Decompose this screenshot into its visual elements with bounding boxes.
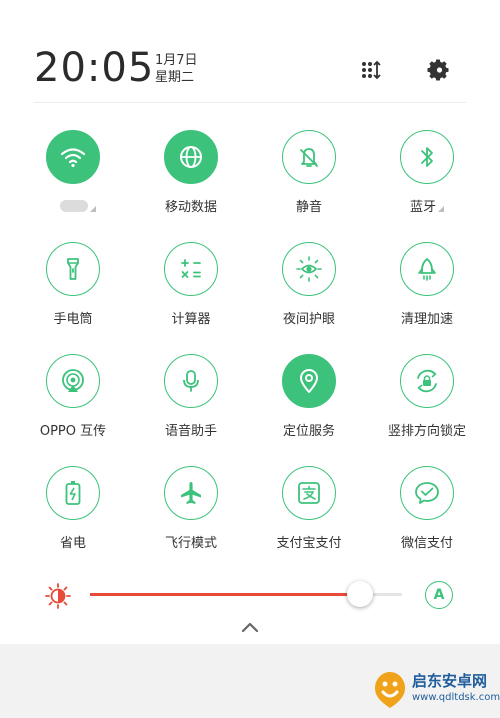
settings-button[interactable] (424, 56, 452, 84)
tile-label: 移动数据 (164, 200, 217, 215)
gear-icon (427, 59, 449, 81)
wechat-pay-icon (415, 482, 439, 504)
location-icon (300, 369, 318, 393)
tile-label: 省电 (59, 536, 86, 551)
watermark-name: 启东安卓网 (412, 672, 488, 690)
tile-label: 飞行模式 (164, 536, 217, 551)
tile-wechat-pay-circle (400, 466, 454, 520)
tile-alipay[interactable]: 支付宝支付 (254, 466, 364, 566)
battery-icon (65, 481, 81, 505)
tile-label: OPPO 互传 (39, 424, 107, 439)
bluetooth-icon (421, 147, 433, 167)
tile-voice-assistant[interactable]: 语音助手 (136, 354, 246, 454)
tile-night-eye[interactable]: 夜间护眼 (254, 242, 364, 342)
tile-label-row: 蓝牙 (372, 196, 482, 215)
tile-label: 手电筒 (53, 312, 93, 327)
tile-alipay-circle (282, 466, 336, 520)
watermark-url: www.qdltdsk.com (412, 692, 500, 703)
quick-settings-panel: 20:05 1月7日 星期二 移动数据 静音 蓝牙 手电筒 计算器 夜间护眼 清… (0, 0, 500, 644)
site-watermark: 启东安卓网 www.qdltdsk.com (372, 668, 500, 712)
tile-mobile-data[interactable]: 移动数据 (136, 130, 246, 230)
globe-icon (180, 146, 202, 168)
tile-silent-circle (282, 130, 336, 184)
date-weekday: 星期二 (155, 70, 195, 85)
tile-rotation-lock[interactable]: 竖排方向锁定 (372, 354, 482, 454)
rocket-icon (418, 258, 436, 281)
tile-wifi[interactable] (18, 130, 128, 230)
rotation-lock-icon (417, 369, 437, 393)
sun-icon (45, 583, 71, 609)
header-divider (34, 102, 466, 103)
tile-label: 清理加速 (400, 312, 453, 327)
airplane-icon (181, 482, 201, 504)
tile-label: 语音助手 (164, 424, 217, 439)
eye-sun-icon (296, 256, 322, 282)
date-block: 1月7日 星期二 (155, 52, 198, 86)
tile-bluetooth-circle (400, 130, 454, 184)
flashlight-icon (67, 258, 79, 280)
auto-brightness-button[interactable]: A (425, 581, 453, 609)
tile-boost-circle (400, 242, 454, 296)
tile-calculator-circle (164, 242, 218, 296)
tile-voice-assistant-circle (164, 354, 218, 408)
status-header: 20:05 1月7日 星期二 (0, 0, 500, 104)
brightness-fill (90, 593, 360, 596)
tile-airplane-mode[interactable]: 飞行模式 (136, 466, 246, 566)
tile-rotation-lock-circle (400, 354, 454, 408)
calculator-icon (181, 259, 201, 278)
tile-label: 计算器 (171, 312, 211, 327)
tile-power-saving[interactable]: 省电 (18, 466, 128, 566)
share-icon (62, 369, 84, 392)
tile-power-saving-circle (46, 466, 100, 520)
alipay-icon (298, 482, 320, 504)
tile-wifi-circle (46, 130, 100, 184)
tile-label: 静音 (295, 200, 322, 215)
tile-silent[interactable]: 静音 (254, 130, 364, 230)
watermark-logo-icon (375, 672, 405, 708)
tile-bluetooth[interactable]: 蓝牙 (372, 130, 482, 230)
tile-flashlight[interactable]: 手电筒 (18, 242, 128, 342)
tile-wechat-pay[interactable]: 微信支付 (372, 466, 482, 566)
tile-label: 支付宝支付 (276, 536, 342, 551)
tile-label: 微信支付 (400, 536, 453, 551)
tile-oppo-share-circle (46, 354, 100, 408)
tile-oppo-share[interactable]: OPPO 互传 (18, 354, 128, 454)
tile-boost[interactable]: 清理加速 (372, 242, 482, 342)
tile-location-circle (282, 354, 336, 408)
collapse-chevron-icon[interactable] (239, 620, 261, 634)
microphone-icon (183, 370, 199, 392)
brightness-slider[interactable] (90, 581, 402, 607)
brightness-thumb[interactable] (346, 581, 373, 607)
expand-indicator (438, 206, 444, 212)
tile-location[interactable]: 定位服务 (254, 354, 364, 454)
tile-label: 定位服务 (282, 424, 335, 439)
bell-icon (300, 148, 318, 167)
clock-time: 20:05 (34, 45, 155, 91)
tile-calculator[interactable]: 计算器 (136, 242, 246, 342)
tile-label: 蓝牙 (409, 200, 436, 215)
grid-sort-icon (362, 60, 381, 80)
brightness-icon-wrap (44, 582, 72, 610)
edit-tiles-button[interactable] (358, 56, 386, 84)
tile-flashlight-circle (46, 242, 100, 296)
tile-airplane-mode-circle (164, 466, 218, 520)
wifi-expand-indicator (90, 206, 96, 212)
tile-label: 竖排方向锁定 (387, 424, 466, 439)
tile-label: 夜间护眼 (282, 312, 335, 327)
wifi-icon (60, 148, 86, 168)
tile-mobile-data-circle (164, 130, 218, 184)
date-day: 1月7日 (155, 53, 198, 68)
wifi-network-name (60, 200, 88, 212)
tile-night-eye-circle (282, 242, 336, 296)
